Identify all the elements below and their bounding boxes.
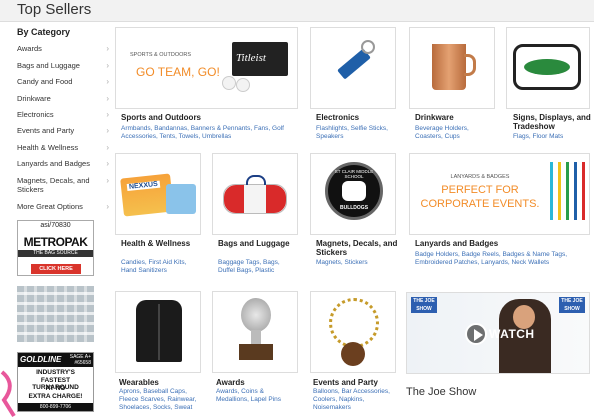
lanyard xyxy=(550,162,553,220)
tile-awards-image[interactable] xyxy=(212,291,298,373)
chevron-right-icon: › xyxy=(106,61,109,70)
chevron-right-icon: › xyxy=(106,143,109,152)
category-title[interactable]: Electronics xyxy=(316,113,359,122)
category-title[interactable]: Sports and Outdoors xyxy=(121,113,201,122)
lanyards-banner-text1: PERFECT FOR xyxy=(441,184,519,196)
joe-show-title[interactable]: The Joe Show xyxy=(406,386,476,398)
tile-signs-image[interactable] xyxy=(506,27,590,109)
lanyards-banner-label: LANYARDS & BADGES xyxy=(450,174,510,180)
category-sub-links[interactable]: Flashlights, Selfie Sticks, Speakers xyxy=(316,125,396,141)
chevron-right-icon: › xyxy=(106,77,109,86)
sidebar-item-events[interactable]: Events and Party › xyxy=(17,126,109,135)
sidebar-item-electronics[interactable]: Electronics › xyxy=(17,110,109,119)
category-title[interactable]: Lanyards and Badges xyxy=(415,239,498,248)
sanitizer-pack xyxy=(166,184,196,214)
category-title[interactable]: Events and Party xyxy=(313,378,378,387)
joe-show-logo: THE JOE SHOW xyxy=(559,297,585,313)
tile-magnets-image[interactable]: ST CLAIR MIDDLE SCHOOL BULLDOGS xyxy=(310,153,396,235)
category-sub-links[interactable]: Candies, First Aid Kits, Hand Sanitizers xyxy=(121,259,201,275)
magnet-badge: ST CLAIR MIDDLE SCHOOL BULLDOGS xyxy=(325,162,383,220)
chevron-right-icon: › xyxy=(106,159,109,168)
tile-electronics-image[interactable] xyxy=(310,27,396,109)
keyring xyxy=(361,40,375,54)
click-here-button[interactable]: CLICK HERE xyxy=(31,264,81,274)
tile-events-image[interactable] xyxy=(310,291,396,373)
category-sub-links[interactable]: Baggage Tags, Bags, Duffel Bags, Plastic xyxy=(218,259,298,275)
sidebar-item-health[interactable]: Health & Wellness › xyxy=(17,143,109,152)
sports-banner-label: SPORTS & OUTDOORS xyxy=(130,52,192,58)
lanyard xyxy=(566,162,569,220)
chevron-right-icon: › xyxy=(106,94,109,103)
category-sub-links[interactable]: Awards, Coins & Medallions, Lapel Pins xyxy=(216,388,298,404)
category-sub-links[interactable]: Flags, Floor Mats xyxy=(513,133,593,141)
sports-banner-text: GO TEAM, GO! xyxy=(136,65,220,79)
pink-ribbon-decoration xyxy=(0,370,16,418)
golf-ball-box: Titleist xyxy=(232,42,288,76)
tile-bags-image[interactable] xyxy=(212,153,298,235)
watch-label: WATCH xyxy=(489,327,535,341)
copper-mug xyxy=(432,44,466,90)
category-title[interactable]: Bags and Luggage xyxy=(218,239,298,248)
chevron-right-icon: › xyxy=(106,126,109,135)
lanyard xyxy=(558,162,561,220)
tile-lanyards-image[interactable]: LANYARDS & BADGES PERFECT FOR CORPORATE … xyxy=(409,153,590,235)
tile-drinkware-image[interactable] xyxy=(409,27,495,109)
tile-wearables-image[interactable] xyxy=(115,291,201,373)
goldline-ad[interactable]: GOLDLINE SAGE A+ #65658 INDUSTRY'S FASTE… xyxy=(17,352,94,412)
golf-ball xyxy=(236,78,250,92)
chevron-right-icon: › xyxy=(106,176,109,185)
promo-grid-ad[interactable] xyxy=(17,286,94,342)
category-title[interactable]: Health & Wellness xyxy=(121,239,201,248)
page-title: Top Sellers xyxy=(17,1,92,18)
category-sub-links[interactable]: Balloons, Bar Accessories, Coolers, Napk… xyxy=(313,388,395,412)
sidebar-item-bags[interactable]: Bags and Luggage › xyxy=(17,61,109,70)
sidebar-item-lanyards[interactable]: Lanyards and Badges › xyxy=(17,159,109,168)
award-globe xyxy=(241,298,271,332)
golf-ball xyxy=(222,76,236,90)
tile-sports-image[interactable]: SPORTS & OUTDOORS GO TEAM, GO! Titleist xyxy=(115,27,298,109)
page-header: Top Sellers xyxy=(0,0,594,22)
grille-sign xyxy=(513,44,581,90)
sidebar-item-magnets[interactable]: Magnets, Decals, and Stickers › xyxy=(17,176,109,194)
category-title[interactable]: Magnets, Decals, and Stickers xyxy=(316,239,400,257)
category-title[interactable]: Signs, Displays, and Tradeshow xyxy=(513,113,593,131)
chevron-right-icon: › xyxy=(106,44,109,53)
category-title[interactable]: Awards xyxy=(216,378,245,387)
joe-show-video[interactable]: THE JOE SHOW THE JOE SHOW WATCH xyxy=(406,292,590,374)
sidebar-item-candy[interactable]: Candy and Food › xyxy=(17,77,109,86)
category-sub-links[interactable]: Beverage Holders, Coasters, Cups xyxy=(415,125,495,141)
chevron-right-icon: › xyxy=(106,110,109,119)
tile-health-image[interactable]: NEXXUS xyxy=(115,153,201,235)
award-base xyxy=(239,344,273,360)
category-sub-links[interactable]: Armbands, Bandannas, Banners & Pennants,… xyxy=(121,125,299,141)
category-title[interactable]: Drinkware xyxy=(415,113,454,122)
play-icon[interactable] xyxy=(465,323,487,345)
chevron-right-icon: › xyxy=(106,202,109,211)
joe-show-logo: THE JOE SHOW xyxy=(411,297,437,313)
bead-necklace xyxy=(329,298,379,348)
lanyard xyxy=(582,162,585,220)
sidebar-item-drinkware[interactable]: Drinkware › xyxy=(17,94,109,103)
sidebar-item-awards[interactable]: Awards › xyxy=(17,44,109,53)
lanyards-banner-text2: CORPORATE EVENTS. xyxy=(420,198,540,210)
lanyard xyxy=(574,162,577,220)
metropak-ad[interactable]: asi/70830 METROPAK THE BAG SOURCE CLICK … xyxy=(17,220,94,276)
sidebar-title: By Category xyxy=(17,27,71,37)
jacket xyxy=(136,300,182,362)
duffel-bag xyxy=(223,175,287,214)
category-sub-links[interactable]: Magnets, Stickers xyxy=(316,259,400,267)
category-title[interactable]: Wearables xyxy=(119,378,159,387)
necklace-medallion xyxy=(341,342,365,366)
category-sub-links[interactable]: Badge Holders, Badge Reels, Badges & Nam… xyxy=(415,251,590,267)
category-sub-links[interactable]: Aprons, Baseball Caps, Fleece Scarves, R… xyxy=(119,388,205,412)
sidebar-item-more[interactable]: More Great Options › xyxy=(17,202,109,211)
